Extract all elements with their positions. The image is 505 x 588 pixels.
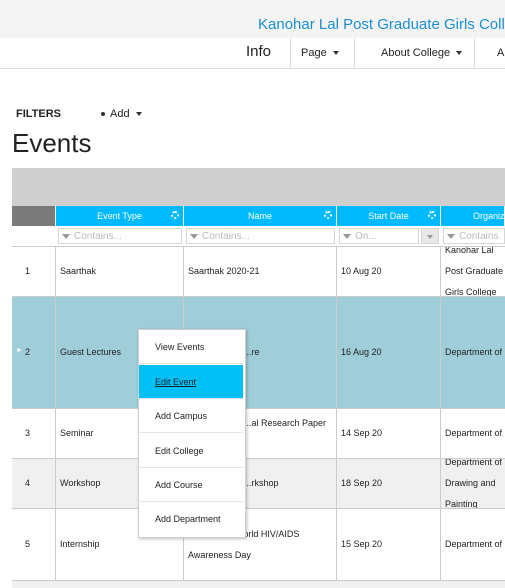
menu-item-add-department[interactable]: Add Department bbox=[139, 502, 243, 536]
name-cell: Saarthak 2020-21 bbox=[184, 247, 337, 296]
table-row[interactable] bbox=[12, 581, 505, 588]
column-header-event-type[interactable]: Event Type bbox=[56, 206, 184, 226]
nav-more-label: A bbox=[497, 47, 505, 59]
row-number: 1 bbox=[12, 247, 56, 296]
filter-row: Contains... Contains... On... Contains bbox=[12, 226, 505, 247]
menu-item-add-campus[interactable]: Add Campus bbox=[139, 399, 243, 433]
start-date-filter-placeholder: On... bbox=[355, 230, 377, 242]
table-row-selected[interactable]: ► 2 Guest Lectures ...re 16 Aug 20 Depar… bbox=[12, 297, 505, 409]
start-date-cell: 14 Sep 20 bbox=[337, 409, 441, 458]
nav-about-college-menu[interactable]: About College bbox=[354, 38, 474, 68]
gear-icon[interactable] bbox=[171, 211, 179, 219]
nav-more-menu[interactable]: A bbox=[474, 38, 505, 68]
column-header-organizer[interactable]: Organizer bbox=[441, 206, 505, 226]
nav-bar: Info Page About College A bbox=[0, 38, 505, 69]
table-row[interactable]: 4 Workshop ...rkshop 18 Sep 20 Departmen… bbox=[12, 459, 505, 509]
organizer-cell: Department of bbox=[445, 428, 503, 438]
start-date-cell: 16 Aug 20 bbox=[337, 297, 441, 408]
date-filter-dropdown-button[interactable] bbox=[421, 228, 439, 244]
row-number-header bbox=[12, 206, 56, 226]
start-date-cell: 18 Sep 20 bbox=[337, 459, 441, 508]
gear-icon[interactable] bbox=[428, 211, 436, 219]
chevron-down-icon bbox=[456, 51, 463, 55]
organizer-cell: Department of bbox=[445, 347, 503, 357]
organizer-filter[interactable]: Contains bbox=[443, 228, 505, 244]
top-bar: Kanohar Lal Post Graduate Girls College bbox=[0, 0, 505, 39]
chevron-down-icon bbox=[332, 51, 339, 55]
college-name[interactable]: Kanohar Lal Post Graduate Girls College bbox=[258, 16, 505, 33]
row-number: 4 bbox=[12, 459, 56, 508]
add-button[interactable]: Add bbox=[101, 108, 142, 120]
organizer-cell: Department of bbox=[445, 539, 503, 549]
menu-item-view-events[interactable]: View Events bbox=[139, 330, 243, 364]
organizer-filter-placeholder: Contains bbox=[459, 230, 499, 242]
bullet-icon bbox=[101, 112, 105, 116]
filter-icon bbox=[62, 233, 70, 239]
nav-about-college-label: About College bbox=[381, 47, 451, 59]
start-date-cell: 15 Sep 20 bbox=[337, 509, 441, 580]
table-row[interactable]: 1 Saarthak Saarthak 2020-21 10 Aug 20 Ka… bbox=[12, 247, 505, 297]
menu-item-edit-college[interactable]: Edit College bbox=[139, 434, 243, 468]
menu-item-edit-event[interactable]: Edit Event bbox=[139, 365, 243, 399]
filter-icon bbox=[190, 233, 198, 239]
page-title: Events bbox=[12, 128, 92, 158]
nav-info-label: Info bbox=[246, 43, 272, 60]
row-number: 5 bbox=[12, 509, 56, 580]
row-number: 2 bbox=[12, 297, 56, 408]
start-date-cell: 10 Aug 20 bbox=[337, 247, 441, 296]
nav-page-menu[interactable]: Page bbox=[290, 38, 354, 68]
name-header-label: Name bbox=[247, 211, 272, 221]
name-filter-placeholder: Contains... bbox=[202, 230, 250, 242]
event-type-filter-placeholder: Contains... bbox=[74, 230, 122, 242]
organizer-header-label: Organizer bbox=[473, 211, 505, 221]
chevron-down-icon bbox=[135, 112, 142, 116]
event-type-cell: Saarthak bbox=[56, 247, 184, 296]
table-row[interactable]: 3 Seminar ...al Research Paper 14 Sep 20… bbox=[12, 409, 505, 459]
filter-icon bbox=[447, 233, 455, 239]
event-type-header-label: Event Type bbox=[97, 211, 142, 221]
organizer-cell: Kanohar Lal Post Graduate Girls College bbox=[445, 247, 504, 296]
row-number: 3 bbox=[12, 409, 56, 458]
column-header-name[interactable]: Name bbox=[184, 206, 337, 226]
menu-item-add-course[interactable]: Add Course bbox=[139, 468, 243, 502]
start-date-header-label: Start Date bbox=[368, 211, 409, 221]
nav-page-label: Page bbox=[301, 47, 327, 59]
name-filter[interactable]: Contains... bbox=[186, 228, 335, 244]
organizer-cell: Department of Drawing and Painting bbox=[445, 459, 503, 508]
context-menu: View Events Edit Event Add Campus Edit C… bbox=[138, 329, 246, 538]
filter-icon bbox=[343, 233, 351, 239]
start-date-filter[interactable]: On... bbox=[339, 228, 419, 244]
gear-icon[interactable] bbox=[324, 211, 332, 219]
table-row[interactable]: 5 Internship Session on World HIV/AIDS A… bbox=[12, 509, 505, 581]
group-by-panel[interactable] bbox=[12, 168, 505, 206]
filters-toggle[interactable]: FILTERS bbox=[16, 108, 61, 120]
add-label: Add bbox=[110, 108, 130, 120]
event-type-filter[interactable]: Contains... bbox=[58, 228, 182, 244]
column-header-start-date[interactable]: Start Date bbox=[337, 206, 441, 226]
